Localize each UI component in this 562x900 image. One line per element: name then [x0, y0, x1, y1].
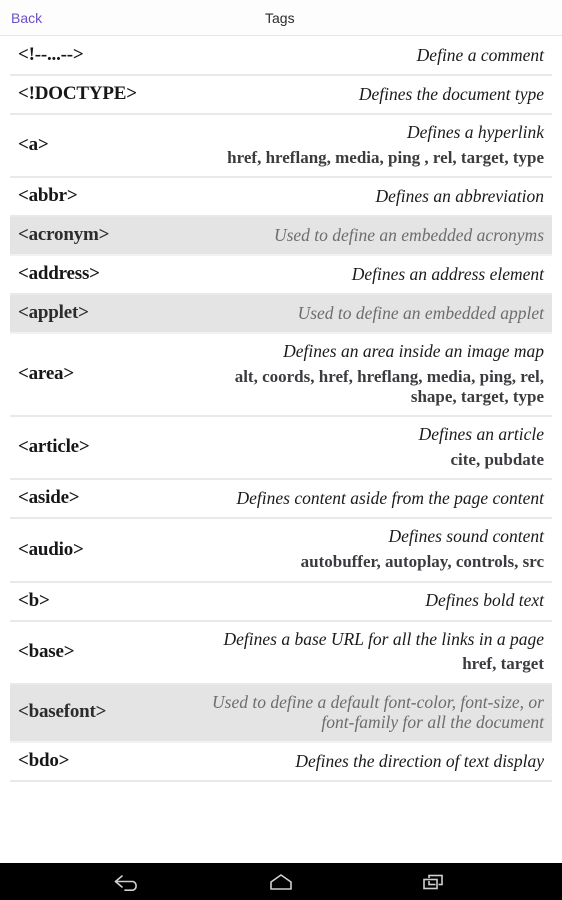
tag-name: <!DOCTYPE>	[18, 83, 137, 104]
tag-description: Defines the direction of text display	[295, 750, 544, 771]
tag-description: Defines a base URL for all the links in …	[223, 628, 545, 649]
tag-description: Used to define an embedded applet	[297, 302, 544, 323]
tag-name: <b>	[18, 589, 50, 611]
recent-apps-icon	[421, 872, 447, 892]
table-row[interactable]: <aside> Defines content aside from the pa…	[10, 480, 552, 520]
tag-description: Used to define an embedded acronyms	[273, 224, 544, 245]
tag-name: <base>	[18, 640, 75, 662]
tag-info: Defines a base URL for all the links in …	[206, 628, 545, 675]
tag-name: <applet>	[18, 302, 89, 324]
table-row[interactable]: <area> Defines an area inside an image ma…	[10, 334, 552, 418]
tag-attributes: autobuffer, autoplay, controls, src	[300, 552, 544, 572]
tag-description: Define a comment	[416, 44, 544, 65]
tag-description: Defines an article	[418, 424, 544, 445]
table-row[interactable]: <b> Defines bold text	[10, 582, 552, 622]
table-row[interactable]: <a> Defines a hyperlink href, hreflang, me…	[10, 115, 552, 179]
page-title: Tags	[265, 9, 295, 26]
tag-name: <acronym>	[18, 224, 110, 246]
tag-info: Defines content aside from the page cont…	[206, 488, 544, 509]
tag-info: Used to define an embedded acronyms	[206, 225, 544, 246]
table-row[interactable]: <applet> Used to define an embedded apple…	[10, 295, 552, 335]
back-button[interactable]: Back	[0, 11, 42, 25]
tag-info: Defines the direction of text display	[206, 751, 544, 772]
table-row[interactable]: <!--...--> Define a comment	[10, 37, 552, 76]
nav-back-button[interactable]	[111, 869, 145, 895]
table-row[interactable]: <base> Defines a base URL for all the lin…	[10, 621, 552, 685]
app-header: Back Tags	[0, 0, 562, 36]
back-arrow-icon	[113, 872, 143, 892]
tag-info: Used to define a default font-color, fon…	[206, 692, 544, 733]
tag-info: Defines an abbreviation	[206, 185, 545, 207]
tag-description: Defines an abbreviation	[375, 185, 545, 206]
tag-description: Defines bold text	[425, 590, 544, 611]
tag-name: <abbr>	[18, 185, 78, 207]
tag-description: Defines an address element	[351, 263, 544, 284]
home-icon	[268, 872, 294, 892]
tag-description: Defines content aside from the page cont…	[236, 488, 544, 509]
tag-info: Defines the document type	[206, 84, 544, 105]
tag-attributes: href, hreflang, media, ping , rel, targe…	[227, 147, 544, 167]
tag-description: Used to define a default font-color, fon…	[212, 691, 544, 733]
tag-name: <!--...-->	[18, 44, 84, 65]
tag-description: Defines an area inside an image map	[283, 341, 544, 362]
tag-attributes: alt, coords, href, hreflang, media, ping…	[234, 366, 544, 407]
tag-name: <audio>	[18, 538, 84, 560]
nav-home-button[interactable]	[264, 869, 298, 895]
tag-description: Defines a hyperlink	[406, 122, 544, 142]
table-row[interactable]: <audio> Defines sound content autobuffer, …	[10, 519, 552, 583]
table-row[interactable]: <address> Defines an address element	[10, 256, 552, 296]
tag-name: <area>	[18, 363, 74, 385]
tag-attributes: href, target	[462, 654, 544, 674]
tag-info: Defines a hyperlink href, hreflang, media…	[206, 122, 544, 168]
tag-description: Defines the document type	[358, 83, 544, 104]
tag-name: <basefont>	[18, 701, 107, 723]
table-row[interactable]: <acronym> Used to define an embedded acro…	[10, 217, 552, 257]
table-row[interactable]: <article> Defines an article cite, pubdate	[10, 417, 552, 481]
tag-name: <a>	[18, 134, 49, 156]
table-row[interactable]: <basefont> Used to define a default font-…	[10, 684, 552, 743]
tag-name: <aside>	[18, 487, 80, 509]
tag-name: <bdo>	[18, 749, 70, 771]
tag-name: <article>	[18, 436, 90, 458]
tag-name: <address>	[18, 263, 100, 285]
tag-info: Define a comment	[206, 45, 544, 66]
table-row[interactable]: <bdo> Defines the direction of text displ…	[10, 742, 552, 782]
tag-info: Defines sound content autobuffer, autopla…	[206, 526, 544, 572]
nav-recents-button[interactable]	[417, 869, 451, 895]
tag-info: Defines an area inside an image map alt, …	[206, 341, 544, 407]
tag-info: Defines an article cite, pubdate	[206, 424, 544, 470]
tag-attributes: cite, pubdate	[450, 450, 545, 470]
tag-info: Used to define an embedded applet	[206, 303, 544, 324]
tag-description: Defines sound content	[388, 526, 544, 547]
android-navigation-bar	[0, 863, 562, 900]
table-row[interactable]: <abbr> Defines an abbreviation	[10, 178, 552, 218]
tag-info: Defines an address element	[206, 264, 544, 285]
table-row[interactable]: <!DOCTYPE> Defines the document type	[10, 76, 552, 115]
tag-info: Defines bold text	[206, 590, 544, 611]
tag-reference-list[interactable]: <!--...--> Define a comment <!DOCTYPE> Defi…	[0, 37, 562, 863]
